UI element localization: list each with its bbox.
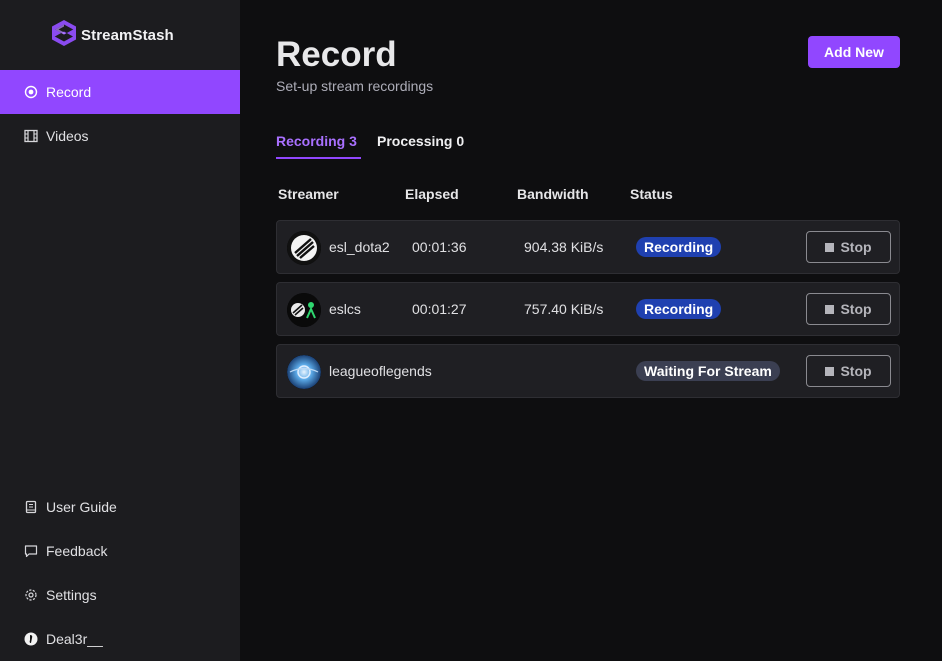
status-badge: Recording [636, 237, 722, 257]
app-name: StreamStash [81, 26, 174, 44]
streamer-avatar [287, 293, 321, 327]
streamer-avatar [287, 355, 321, 389]
table-row: eslcs 00:01:27 757.40 KiB/s Recording St… [276, 282, 900, 336]
user-avatar [24, 632, 38, 646]
table-row: leagueoflegends Waiting For Stream Stop [276, 344, 900, 398]
stop-button[interactable]: Stop [806, 293, 891, 325]
streamer-name: leagueoflegends [329, 363, 432, 379]
sidebar-item-label: Videos [46, 128, 89, 144]
streamstash-logo-icon [52, 19, 76, 51]
sidebar-item-feedback[interactable]: Feedback [0, 529, 240, 573]
record-icon [24, 85, 38, 99]
page-subtitle: Set-up stream recordings [276, 78, 434, 94]
sidebar-item-label: Record [46, 84, 92, 100]
sidebar-item-label: Settings [46, 587, 97, 603]
sidebar-item-label: Feedback [46, 543, 108, 559]
page-title: Record [276, 35, 397, 74]
sidebar-item-label: Deal3r__ [46, 631, 103, 647]
sidebar-item-record[interactable]: Record [0, 70, 240, 114]
tab-processing[interactable]: Processing 0 [377, 133, 464, 159]
stop-label: Stop [840, 239, 872, 255]
streamer-name: eslcs [329, 301, 361, 317]
bandwidth: 757.40 KiB/s [524, 301, 604, 317]
stop-icon [825, 304, 835, 314]
sidebar-item-label: User Guide [46, 499, 117, 515]
bandwidth: 904.38 KiB/s [524, 239, 604, 255]
stop-icon [825, 366, 835, 376]
status-badge: Recording [636, 299, 722, 319]
elapsed-time: 00:01:27 [412, 301, 467, 317]
column-header-bandwidth: Bandwidth [517, 186, 589, 202]
add-new-button[interactable]: Add New [808, 36, 900, 68]
stop-label: Stop [840, 301, 872, 317]
column-header-status: Status [630, 186, 673, 202]
sidebar: StreamStash Record Videos User Guide Fee… [0, 0, 240, 661]
elapsed-time: 00:01:36 [412, 239, 467, 255]
sidebar-item-profile[interactable]: Deal3r__ [0, 617, 240, 661]
book-icon [24, 500, 38, 514]
message-icon [24, 544, 38, 558]
stop-button[interactable]: Stop [806, 231, 891, 263]
column-header-elapsed: Elapsed [405, 186, 459, 202]
sidebar-item-videos[interactable]: Videos [0, 114, 240, 158]
main-content: Record Set-up stream recordings Add New … [240, 0, 942, 661]
status-badge: Waiting For Stream [636, 361, 780, 381]
tab-recording[interactable]: Recording 3 [276, 133, 361, 159]
column-header-streamer: Streamer [278, 186, 339, 202]
stop-label: Stop [840, 363, 872, 379]
stop-button[interactable]: Stop [806, 355, 891, 387]
sidebar-item-settings[interactable]: Settings [0, 573, 240, 617]
table-row: esl_dota2 00:01:36 904.38 KiB/s Recordin… [276, 220, 900, 274]
film-icon [24, 129, 38, 143]
streamer-avatar [287, 231, 321, 265]
stop-icon [825, 242, 835, 252]
sidebar-item-user-guide[interactable]: User Guide [0, 485, 240, 529]
app-logo[interactable]: StreamStash [52, 19, 174, 51]
streamer-name: esl_dota2 [329, 239, 390, 255]
gear-icon [24, 588, 38, 602]
